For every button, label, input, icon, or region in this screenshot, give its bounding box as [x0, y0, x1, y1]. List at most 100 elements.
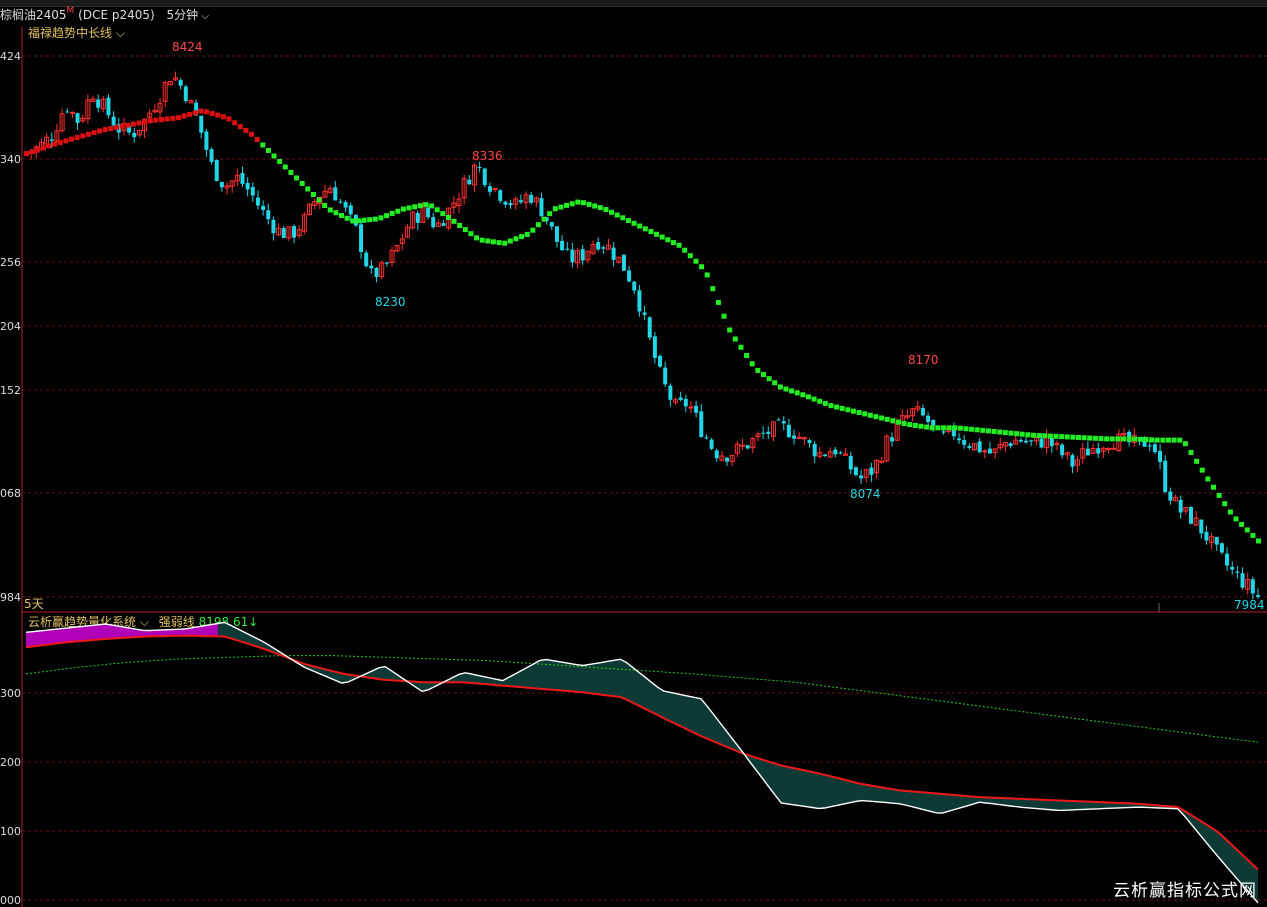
trend-dot: [845, 407, 851, 413]
trend-dot: [395, 208, 401, 214]
trend-dot: [772, 380, 778, 386]
candle-body: [694, 405, 699, 413]
candle-body: [714, 450, 719, 459]
trend-dot: [935, 425, 941, 431]
trend-dot: [288, 169, 294, 175]
trend-dot: [907, 422, 913, 428]
trend-dot: [316, 197, 322, 203]
trend-dot: [1008, 430, 1014, 436]
white-price-line: [25, 621, 1259, 904]
trend-dot: [1126, 436, 1132, 442]
trend-dot: [732, 336, 738, 342]
candle-body: [271, 219, 276, 234]
peak-label: 8424: [172, 40, 203, 54]
trend-dot: [277, 158, 283, 164]
trend-dot: [327, 207, 333, 213]
candle-body: [761, 432, 766, 434]
trend-dot: [637, 223, 643, 229]
trend-dot: [834, 404, 840, 410]
candle-body: [637, 290, 642, 312]
candle-body: [812, 443, 817, 457]
trend-dot: [693, 258, 699, 264]
trend-dot: [670, 240, 676, 246]
trend-dot: [1002, 430, 1008, 436]
chart-canvas[interactable]: 424340256204152068984 300200100000 8424 …: [0, 0, 1267, 907]
candle-body: [647, 317, 652, 338]
y-tick-label: 204: [0, 320, 21, 333]
trend-dot: [147, 118, 153, 124]
trend-dot: [603, 207, 609, 213]
trend-dot: [1154, 437, 1160, 443]
trend-dot: [789, 388, 795, 394]
trend-band-fill: [26, 622, 1258, 903]
candle-body: [570, 249, 575, 263]
candle-body: [833, 449, 838, 455]
trend-dot: [1081, 435, 1087, 441]
trend-dot: [502, 240, 508, 246]
trend-dot: [204, 109, 210, 115]
candle-body: [359, 224, 364, 252]
trend-dot: [220, 114, 226, 120]
trend-dot: [912, 422, 918, 428]
trend-dot: [997, 429, 1003, 435]
trend-dot: [29, 149, 35, 155]
candle-body: [879, 460, 885, 463]
candle-body: [281, 228, 286, 239]
candle-body: [1256, 595, 1260, 597]
candle-body: [962, 440, 967, 445]
trend-dot: [1053, 433, 1059, 439]
candle-body: [1158, 450, 1163, 462]
trend-dot: [597, 205, 603, 211]
candle-body: [1111, 447, 1117, 450]
trend-dot: [1160, 437, 1166, 443]
trend-dot: [805, 394, 811, 400]
watermark-text: 云析赢指标公式网: [1113, 881, 1257, 901]
candle-body: [931, 419, 936, 426]
candle-body: [977, 441, 982, 453]
sub-grid: 300 200 100 000: [0, 687, 1267, 907]
candle-body: [255, 197, 260, 206]
trend-dot: [339, 212, 345, 218]
trend-dot: [614, 212, 620, 218]
trend-dot: [1104, 436, 1110, 442]
trend-dot: [1239, 521, 1245, 527]
candle-body: [632, 281, 637, 291]
candle-body: [1147, 445, 1152, 447]
trend-dot: [417, 203, 423, 209]
trend-dot: [187, 111, 193, 117]
candle-body: [477, 166, 482, 168]
candle-body: [1250, 579, 1255, 594]
candle-body: [982, 450, 988, 453]
candle-body: [1225, 553, 1230, 566]
trend-dot: [569, 201, 575, 207]
trend-dot: [46, 143, 52, 149]
trend-dot: [175, 115, 181, 121]
candle-body: [699, 411, 704, 437]
candle-body: [822, 454, 827, 457]
candle-body: [1214, 536, 1219, 545]
candle-body: [503, 201, 508, 205]
last-price-label: 7984: [1234, 598, 1265, 612]
peak-label: 8336: [472, 149, 503, 163]
peak-label: 8170: [908, 353, 939, 367]
candle-body: [1178, 499, 1183, 513]
candle-body: [957, 438, 962, 441]
trend-dot: [699, 264, 705, 270]
candle-body: [1235, 571, 1240, 573]
trend-dot: [159, 117, 165, 123]
trend-dot: [69, 136, 75, 142]
trend-dot: [215, 112, 221, 118]
trend-dot: [74, 135, 80, 141]
trend-dot: [1143, 437, 1149, 443]
trend-dot: [1109, 436, 1115, 442]
trend-dot: [1042, 433, 1048, 439]
candle-body: [374, 267, 379, 278]
candle-body: [240, 173, 245, 184]
trend-dot: [1205, 476, 1211, 482]
candle-body: [560, 240, 565, 251]
trend-dot: [181, 113, 187, 119]
candle-body: [688, 406, 694, 409]
candle-body: [431, 217, 436, 228]
trend-dot: [665, 237, 671, 243]
candle-body: [1029, 440, 1034, 442]
